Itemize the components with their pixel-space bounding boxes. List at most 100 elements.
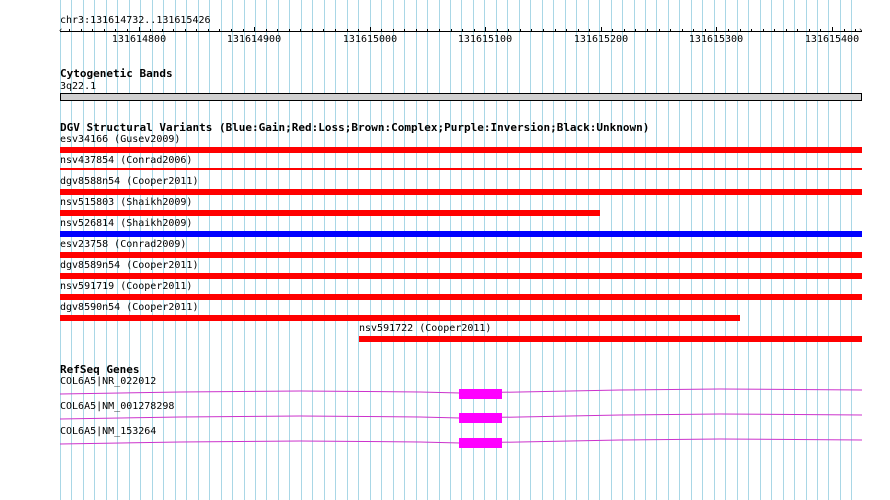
ruler-tick-label: 131615000 <box>342 34 398 45</box>
grid-line <box>519 0 520 500</box>
grid-line <box>198 0 199 500</box>
grid-line <box>576 0 577 500</box>
grid-line <box>461 0 462 500</box>
ruler-minor-tick <box>427 29 428 32</box>
ruler-minor-tick <box>497 29 498 32</box>
variant-label: dgv8588n54 (Cooper2011) <box>60 176 199 187</box>
ruler-minor-tick <box>520 29 521 32</box>
ruler-minor-tick <box>751 29 752 32</box>
ruler-minor-tick <box>474 29 475 32</box>
ruler-minor-tick <box>347 29 348 32</box>
grid-line <box>817 0 818 500</box>
ruler-minor-tick <box>555 29 556 32</box>
ruler-minor-tick <box>763 29 764 32</box>
ruler-tick-label: 131615300 <box>688 34 744 45</box>
gene-exon[interactable] <box>459 389 502 399</box>
ruler-minor-tick <box>774 29 775 32</box>
variant-bar[interactable] <box>60 147 862 153</box>
grid-line <box>634 0 635 500</box>
grid-line <box>714 0 715 500</box>
grid-line <box>278 0 279 500</box>
variant-bar[interactable] <box>60 252 862 258</box>
grid-line <box>565 0 566 500</box>
gene-exon[interactable] <box>459 438 502 448</box>
ruler-minor-tick <box>266 29 267 32</box>
ruler-minor-tick <box>115 29 116 32</box>
ruler-minor-tick <box>659 29 660 32</box>
grid-line <box>840 0 841 500</box>
grid-line <box>266 0 267 500</box>
cytoband-title: Cytogenetic Bands <box>60 67 173 80</box>
ruler-minor-tick <box>855 29 856 32</box>
grid-line <box>851 0 852 500</box>
variant-bar[interactable] <box>60 210 600 216</box>
variant-label: nsv437854 (Conrad2006) <box>60 155 193 166</box>
ruler-minor-tick <box>127 29 128 32</box>
variant-bar[interactable] <box>60 231 862 237</box>
ruler-minor-tick <box>381 29 382 32</box>
variant-bar[interactable] <box>60 168 862 170</box>
ruler-minor-tick <box>162 29 163 32</box>
ruler-tick-label: 131614800 <box>111 34 167 45</box>
ruler-tick <box>485 27 486 32</box>
grid-line <box>679 0 680 500</box>
ruler-minor-tick <box>404 29 405 32</box>
dgv-title: DGV Structural Variants (Blue:Gain;Red:L… <box>60 121 650 134</box>
ruler-left-arrow-icon: ‹ <box>58 26 64 36</box>
variant-bar[interactable] <box>60 315 740 321</box>
ruler-minor-tick <box>797 29 798 32</box>
ruler-minor-tick <box>670 29 671 32</box>
ruler-minor-tick <box>208 29 209 32</box>
grid-line <box>484 0 485 500</box>
variant-bar[interactable] <box>359 336 862 342</box>
grid-line <box>255 0 256 500</box>
ruler-minor-tick <box>231 29 232 32</box>
grid-line <box>668 0 669 500</box>
ruler-minor-tick <box>740 29 741 32</box>
variant-bar[interactable] <box>60 189 862 195</box>
ruler-tick <box>832 27 833 32</box>
variant-label: esv34166 (Gusev2009) <box>60 134 181 145</box>
ruler-axis <box>60 31 862 32</box>
grid-line <box>324 0 325 500</box>
grid-line <box>439 0 440 500</box>
grid-line <box>496 0 497 500</box>
gene-exon[interactable] <box>459 413 502 423</box>
grid-line <box>737 0 738 500</box>
grid-line <box>427 0 428 500</box>
ruler-minor-tick <box>589 29 590 32</box>
grid-line <box>507 0 508 500</box>
ruler-minor-tick <box>705 29 706 32</box>
grid-line <box>289 0 290 500</box>
ruler-minor-tick <box>300 29 301 32</box>
grid-line <box>691 0 692 500</box>
genome-browser-canvas: chr3:131614732..131615426 ‹ › 131614800 1… <box>0 0 890 500</box>
grid-line <box>244 0 245 500</box>
ruler-minor-tick <box>173 29 174 32</box>
ruler-tick <box>716 27 717 32</box>
grid-line <box>599 0 600 500</box>
ruler-minor-tick <box>624 29 625 32</box>
grid-line <box>771 0 772 500</box>
variant-bar[interactable] <box>60 294 862 300</box>
grid-line <box>588 0 589 500</box>
grid-line <box>783 0 784 500</box>
ruler-tick-label: 131615400 <box>804 34 860 45</box>
variant-bar[interactable] <box>60 273 862 279</box>
grid-line <box>393 0 394 500</box>
grid-line <box>806 0 807 500</box>
cytoband-bar[interactable] <box>60 93 862 101</box>
ruler-tick <box>601 27 602 32</box>
grid-line <box>312 0 313 500</box>
ruler-minor-tick <box>219 29 220 32</box>
ruler-minor-tick <box>820 29 821 32</box>
grid-line <box>656 0 657 500</box>
ruler-minor-tick <box>728 29 729 32</box>
variant-label: nsv526814 (Shaikh2009) <box>60 218 193 229</box>
grid-line <box>611 0 612 500</box>
grid-line <box>450 0 451 500</box>
ruler-tick <box>254 27 255 32</box>
ruler-tick-label: 131615200 <box>573 34 629 45</box>
grid-line <box>645 0 646 500</box>
variant-label: nsv515803 (Shaikh2009) <box>60 197 193 208</box>
